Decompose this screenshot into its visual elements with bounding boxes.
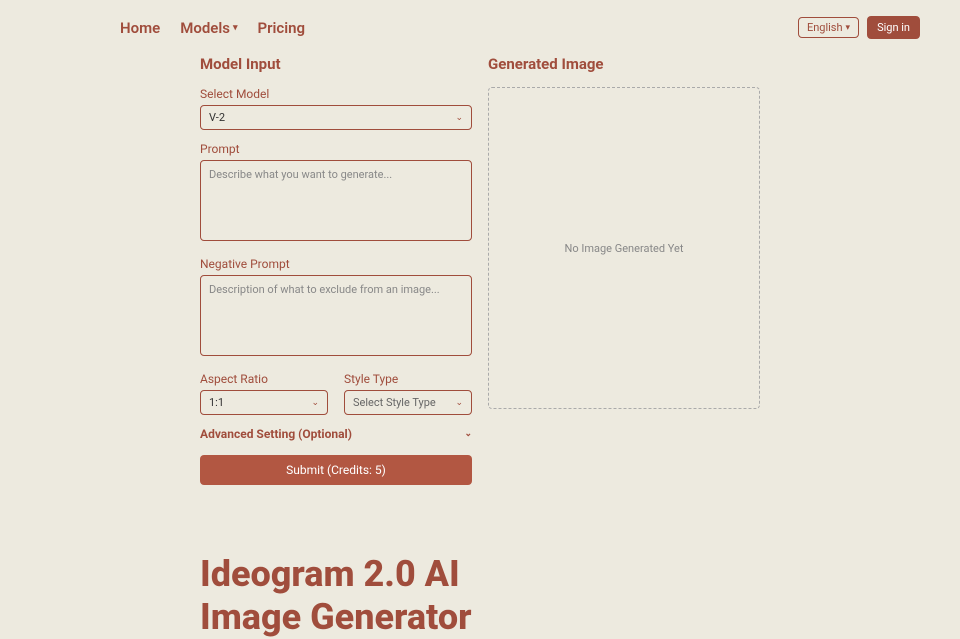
model-select-value: V-2 xyxy=(209,111,225,124)
style-select[interactable]: Select Style Type ⌄ xyxy=(344,390,472,415)
language-label: English xyxy=(807,21,843,34)
generated-image-panel: Generated Image No Image Generated Yet xyxy=(488,55,760,485)
chevron-down-icon: ▾ xyxy=(846,23,851,33)
image-placeholder: No Image Generated Yet xyxy=(488,87,760,409)
nav-pricing[interactable]: Pricing xyxy=(258,19,306,37)
aspect-label: Aspect Ratio xyxy=(200,372,328,386)
aspect-select-value: 1:1 xyxy=(209,396,224,409)
main-content: Model Input Select Model V-2 ⌄ Prompt Ne… xyxy=(0,55,960,485)
negative-prompt-label: Negative Prompt xyxy=(200,257,472,271)
language-selector[interactable]: English ▾ xyxy=(798,17,859,38)
model-input-title: Model Input xyxy=(200,55,472,73)
hero-title: Ideogram 2.0 AI Image Generator xyxy=(0,485,700,639)
prompt-input[interactable] xyxy=(200,160,472,241)
empty-state-text: No Image Generated Yet xyxy=(565,242,684,255)
nav-models-label: Models xyxy=(180,19,230,37)
nav-models[interactable]: Models ▾ xyxy=(180,19,237,37)
generated-image-title: Generated Image xyxy=(488,55,760,73)
advanced-settings-toggle[interactable]: Advanced Setting (Optional) ⌄ xyxy=(200,427,472,441)
options-row: Aspect Ratio 1:1 ⌄ Style Type Select Sty… xyxy=(200,372,472,427)
chevron-down-icon: ⌄ xyxy=(464,429,472,439)
aspect-select[interactable]: 1:1 ⌄ xyxy=(200,390,328,415)
model-label: Select Model xyxy=(200,87,472,101)
chevron-down-icon: ⌄ xyxy=(455,113,463,123)
nav: Home Models ▾ Pricing xyxy=(120,19,305,37)
chevron-down-icon: ⌄ xyxy=(311,398,319,408)
signin-button[interactable]: Sign in xyxy=(867,16,920,39)
prompt-label: Prompt xyxy=(200,142,472,156)
advanced-label: Advanced Setting (Optional) xyxy=(200,427,352,441)
nav-home[interactable]: Home xyxy=(120,19,160,37)
negative-prompt-input[interactable] xyxy=(200,275,472,356)
model-input-panel: Model Input Select Model V-2 ⌄ Prompt Ne… xyxy=(200,55,472,485)
style-label: Style Type xyxy=(344,372,472,386)
header-right: English ▾ Sign in xyxy=(798,16,920,39)
style-select-placeholder: Select Style Type xyxy=(353,396,436,409)
submit-button[interactable]: Submit (Credits: 5) xyxy=(200,455,472,485)
header: Home Models ▾ Pricing English ▾ Sign in xyxy=(0,0,960,55)
model-select[interactable]: V-2 ⌄ xyxy=(200,105,472,130)
chevron-down-icon: ▾ xyxy=(233,23,238,33)
chevron-down-icon: ⌄ xyxy=(455,398,463,408)
